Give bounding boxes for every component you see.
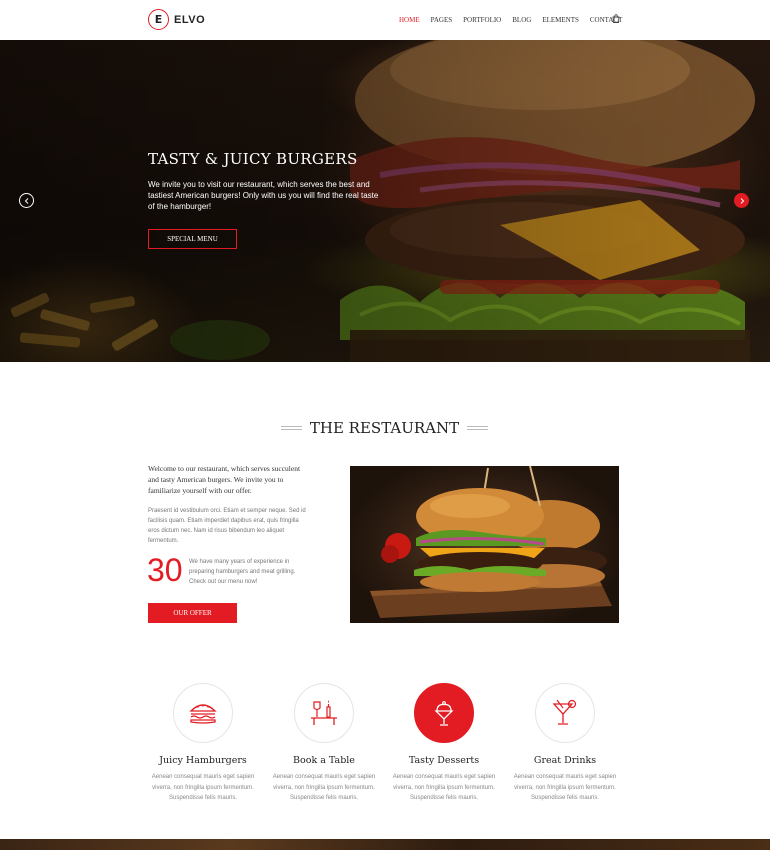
cocktail-icon <box>552 699 577 725</box>
section-heading: THE RESTAURANT <box>281 418 488 438</box>
main-nav: HOME PAGES PORTFOLIO BLOG ELEMENTS CONTA… <box>399 16 633 24</box>
nav-home[interactable]: HOME <box>399 16 420 24</box>
hero-text: We invite you to visit our restaurant, w… <box>148 180 379 211</box>
chevron-right-icon <box>740 197 744 204</box>
feature-icon-circle[interactable] <box>535 683 595 743</box>
years-text: We have many years of experience in prep… <box>189 559 296 585</box>
next-section-image <box>0 839 770 850</box>
restaurant-description: Praesent id vestibulum orci. Etiam et se… <box>148 508 306 544</box>
slider-next-button[interactable] <box>734 193 749 208</box>
section-title: THE RESTAURANT <box>309 419 460 437</box>
ice-cream-icon <box>434 701 454 726</box>
logo[interactable]: E ELVO <box>148 9 205 30</box>
years-count: 30 <box>147 552 183 588</box>
burger-illustration <box>370 466 612 618</box>
chevron-left-icon <box>24 197 28 204</box>
feature-juicy-hamburgers: Juicy Hamburgers Aenean consequat mauris… <box>143 683 263 804</box>
our-offer-button[interactable]: OUR OFFER <box>148 603 237 623</box>
special-menu-button[interactable]: SPECIAL MENU <box>148 229 237 249</box>
site-header: E ELVO HOME PAGES PORTFOLIO BLOG ELEMENT… <box>0 0 770 40</box>
feature-icon-circle[interactable] <box>414 683 474 743</box>
table-wine-icon <box>311 700 337 725</box>
feature-book-a-table: Book a Table Aenean consequat mauris ege… <box>264 683 384 804</box>
nav-pages[interactable]: PAGES <box>431 16 453 24</box>
hero-overlay <box>0 40 770 362</box>
feature-icon-circle[interactable] <box>294 683 354 743</box>
logo-mark: E <box>148 9 169 30</box>
hero-slider: TASTY & JUICY BURGERS We invite you to v… <box>0 40 770 362</box>
nav-portfolio[interactable]: PORTFOLIO <box>463 16 501 24</box>
feature-text: Aenean consequat mauris eget sapien vive… <box>513 774 617 801</box>
shopping-bag-icon[interactable] <box>612 14 620 23</box>
feature-tasty-desserts: Tasty Desserts Aenean consequat mauris e… <box>384 683 504 804</box>
slider-prev-button[interactable] <box>19 193 34 208</box>
restaurant-burger-image <box>350 466 619 623</box>
nav-blog[interactable]: BLOG <box>512 16 531 24</box>
feature-great-drinks: Great Drinks Aenean consequat mauris ege… <box>505 683 625 804</box>
feature-title: Tasty Desserts <box>408 755 480 766</box>
title-decoration-right <box>467 426 488 430</box>
feature-text: Aenean consequat mauris eget sapien vive… <box>392 774 496 801</box>
title-decoration-left <box>281 426 302 430</box>
feature-text: Aenean consequat mauris eget sapien vive… <box>151 774 255 801</box>
feature-title: Book a Table <box>293 755 355 766</box>
hero-title: TASTY & JUICY BURGERS <box>148 150 358 168</box>
feature-icon-circle[interactable] <box>173 683 233 743</box>
logo-text: ELVO <box>174 13 206 26</box>
feature-title: Great Drinks <box>533 755 597 766</box>
restaurant-intro: Welcome to our restaurant, which serves … <box>148 464 301 495</box>
feature-text: Aenean consequat mauris eget sapien vive… <box>272 774 376 801</box>
hamburger-icon <box>189 704 217 724</box>
nav-elements[interactable]: ELEMENTS <box>542 16 579 24</box>
feature-title: Juicy Hamburgers <box>159 755 247 766</box>
